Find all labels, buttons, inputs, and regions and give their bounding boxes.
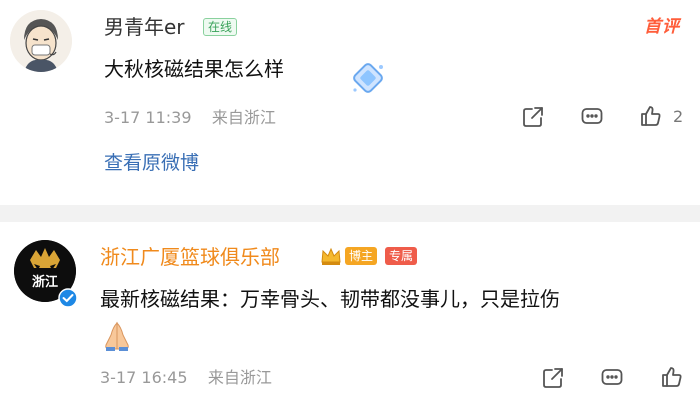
avatar-text: 浙江 bbox=[32, 274, 58, 289]
comment-item: 男青年er 在线 首评 大秋核磁结果怎么样 3-17 11:39 来自浙江 2 … bbox=[0, 0, 700, 205]
hot-comment-label: 首评 bbox=[644, 17, 680, 37]
like-count: 2 bbox=[673, 107, 684, 126]
avatar[interactable] bbox=[10, 10, 72, 72]
comment-meta: 3-17 11:39 来自浙江 bbox=[104, 108, 276, 128]
comment-text: 最新核磁结果：万幸骨头、韧带都没事儿，只是拉伤 bbox=[100, 287, 560, 311]
comment-icon[interactable] bbox=[600, 366, 624, 390]
comment-text: 大秋核磁结果怎么样 bbox=[104, 57, 284, 81]
view-original-link[interactable]: 查看原微博 bbox=[104, 150, 199, 176]
blogger-badge: 博主 bbox=[345, 247, 378, 265]
comment-item: 浙江 浙江广厦篮球俱乐部 博主 专属 最新核磁结果：万幸骨头、韧带都没事儿，只是… bbox=[0, 222, 700, 405]
username[interactable]: 男青年er bbox=[104, 14, 185, 40]
section-divider bbox=[0, 205, 700, 222]
thumbs-up-icon[interactable] bbox=[639, 104, 663, 128]
thumbs-up-icon[interactable] bbox=[660, 365, 684, 389]
comment-date: 3-17 11:39 bbox=[104, 108, 192, 127]
crown-icon bbox=[321, 247, 341, 265]
exclusive-badge: 专属 bbox=[385, 247, 418, 265]
share-icon[interactable] bbox=[541, 366, 565, 390]
pray-hands-icon bbox=[105, 321, 129, 351]
diamond-sticker-icon bbox=[353, 63, 383, 93]
comment-meta: 3-17 16:45 来自浙江 bbox=[100, 368, 272, 388]
comment-location: 来自浙江 bbox=[211, 108, 276, 127]
username[interactable]: 浙江广厦篮球俱乐部 bbox=[100, 244, 280, 270]
comment-location: 来自浙江 bbox=[207, 368, 272, 387]
verified-badge-icon bbox=[58, 288, 78, 308]
share-icon[interactable] bbox=[521, 105, 545, 129]
comment-date: 3-17 16:45 bbox=[100, 368, 188, 387]
comment-icon[interactable] bbox=[580, 105, 604, 129]
online-badge: 在线 bbox=[203, 18, 238, 36]
